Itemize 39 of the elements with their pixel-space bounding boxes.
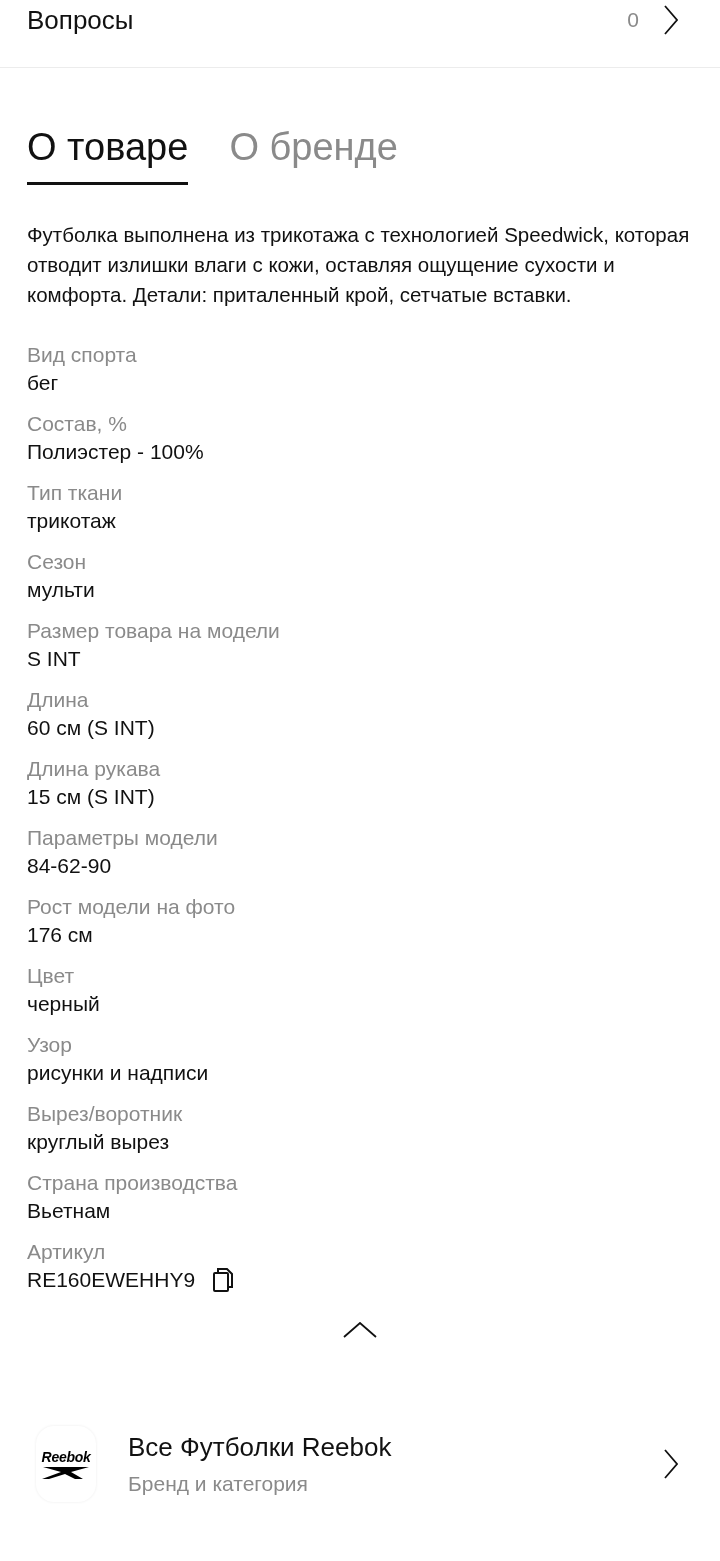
spec-label: Узор [27,1032,72,1058]
spec-value: Полиэстер - 100% [27,439,204,465]
spec-label: Цвет [27,963,75,989]
spec-label: Длина [27,687,89,713]
spec-value: мульти [27,577,95,603]
copy-icon[interactable] [213,1268,234,1292]
spec-label: Страна производства [27,1170,238,1196]
spec-label: Сезон [27,549,87,575]
spec-value: 176 см [27,922,93,948]
spec-label: Состав, % [27,411,127,437]
spec-label: Размер товара на модели [27,618,280,644]
chevron-right-icon [664,5,678,35]
brand-link-subtitle: Бренд и категория [128,1471,309,1497]
spec-label: Рост модели на фото [27,894,236,920]
spec-value: круглый вырез [27,1129,170,1155]
spec-label: Вид спорта [27,342,137,368]
spec-value: черный [27,991,100,1017]
chevron-right-icon [664,1449,678,1479]
spec-value: 60 см (S INT) [27,715,155,741]
spec-label: Артикул [27,1239,106,1265]
brand-logo-text: Reebok [41,1448,91,1465]
spec-value: 84-62-90 [27,853,112,879]
spec-value: бег [27,370,59,396]
spec-label: Параметры модели [27,825,218,851]
spec-value: 15 см (S INT) [27,784,155,810]
spec-value: RE160EWEHHY9 [27,1267,196,1293]
spec-value: Вьетнам [27,1198,111,1224]
product-description: Футболка выполнена из трикотажа с технологией Speedwick, которая отводит излишки влаги с кожи, оставляя ощущение сухости и комфорта. Детали: приталенный крой, сетчатые вставки. [26,222,691,308]
brand-link-title[interactable]: Все Футболки Reebok [128,1430,664,1464]
spec-value: S INT [27,646,81,672]
questions-label[interactable]: Вопросы [27,0,134,40]
collapse-chevron-icon[interactable] [343,1322,377,1338]
spec-value: трикотаж [27,508,116,534]
spec-label: Тип ткани [27,480,123,506]
spec-value: рисунки и надписи [27,1060,209,1086]
spec-label: Длина рукава [27,756,161,782]
spec-label: Вырез/воротник [27,1101,183,1127]
questions-count: 0 [627,7,639,34]
tab[interactable]: О товаре [27,125,189,185]
